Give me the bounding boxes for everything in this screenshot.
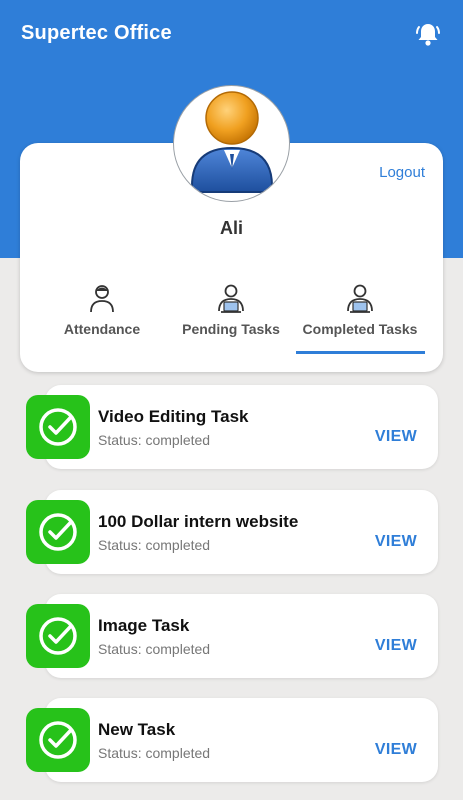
tab-pending-tasks[interactable]: Pending Tasks: [161, 281, 301, 337]
task-title: New Task: [98, 720, 176, 739]
task-card[interactable]: New Task Status: completed VIEW: [45, 698, 438, 782]
user-name: Ali: [219, 218, 243, 238]
task-title: Image Task: [98, 616, 190, 635]
app-title: Supertec Office: [21, 22, 172, 44]
logout-link[interactable]: Logout: [379, 164, 425, 181]
task-title: 100 Dollar intern website: [98, 512, 299, 531]
check-circle-icon: [26, 395, 90, 459]
tab-label: Pending Tasks: [182, 321, 280, 337]
check-circle-icon: [26, 604, 90, 668]
person-icon: [90, 285, 114, 313]
task-card[interactable]: Image Task Status: completed VIEW: [45, 594, 438, 678]
task-status: Status: completed: [98, 537, 211, 553]
tab-label: Attendance: [63, 321, 141, 337]
person-laptop-icon: [347, 284, 373, 313]
check-circle-icon: [26, 500, 90, 564]
tab-label: Completed Tasks: [302, 321, 418, 337]
view-button[interactable]: VIEW: [375, 741, 417, 759]
view-button[interactable]: VIEW: [375, 533, 417, 551]
user-avatar-icon: [173, 85, 290, 202]
task-status: Status: completed: [98, 432, 211, 448]
active-tab-indicator: [296, 351, 425, 354]
tab-attendance[interactable]: Attendance: [32, 281, 172, 337]
task-status: Status: completed: [98, 641, 211, 657]
bell-alert-icon[interactable]: [414, 20, 442, 48]
task-title: Video Editing Task: [98, 407, 249, 426]
tab-completed-tasks[interactable]: Completed Tasks: [290, 281, 430, 337]
person-laptop-icon: [218, 284, 244, 313]
view-button[interactable]: VIEW: [375, 637, 417, 655]
task-status: Status: completed: [98, 745, 211, 761]
task-card[interactable]: Video Editing Task Status: completed VIE…: [45, 385, 438, 469]
check-circle-icon: [26, 708, 90, 772]
view-button[interactable]: VIEW: [375, 428, 417, 446]
task-card[interactable]: 100 Dollar intern website Status: comple…: [45, 490, 438, 574]
